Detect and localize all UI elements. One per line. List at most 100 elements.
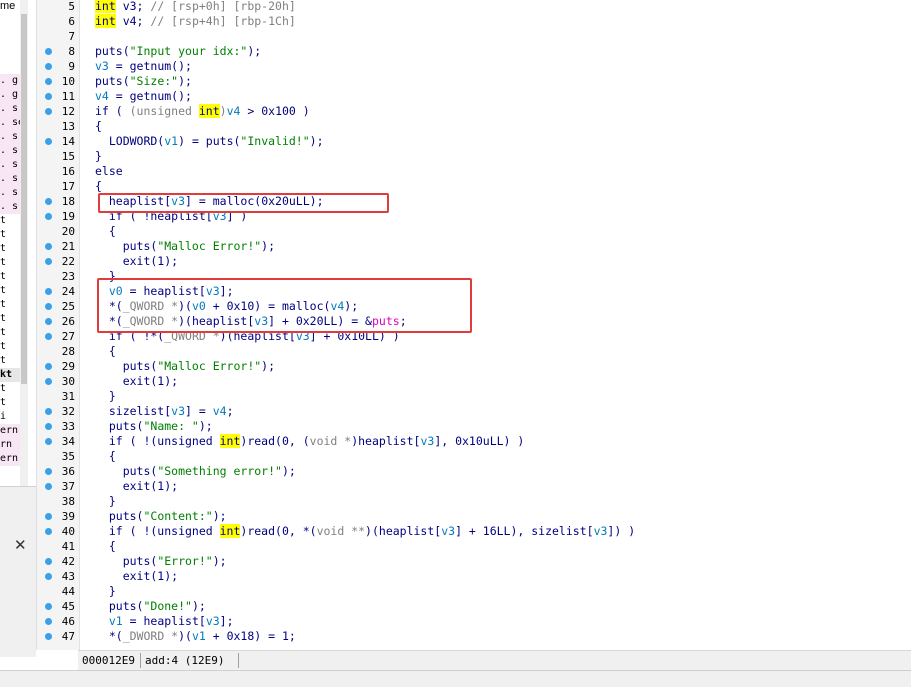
code-line[interactable]: 34 if ( !(unsigned int)read(0, (void *)h…: [37, 434, 911, 449]
function-list-item[interactable]: t: [0, 298, 20, 312]
function-list-item[interactable]: rn: [0, 438, 20, 452]
code-line[interactable]: 40 if ( !(unsigned int)read(0, *(void **…: [37, 524, 911, 539]
code-text[interactable]: puts("Malloc Error!");: [95, 239, 275, 254]
code-line[interactable]: 46 v1 = heaplist[v3];: [37, 614, 911, 629]
code-text[interactable]: {: [95, 449, 116, 464]
code-text[interactable]: sizelist[v3] = v4;: [95, 404, 234, 419]
code-text[interactable]: v4 = getnum();: [95, 89, 192, 104]
code-text[interactable]: *(_DWORD *)(v1 + 0x18) = 1;: [95, 629, 296, 644]
code-line[interactable]: 36 puts("Something error!");: [37, 464, 911, 479]
code-text[interactable]: int v3; // [rsp+0h] [rbp-20h]: [95, 0, 296, 14]
code-text[interactable]: int v4; // [rsp+4h] [rbp-1Ch]: [95, 14, 296, 29]
code-line[interactable]: 14 LODWORD(v1) = puts("Invalid!");: [37, 134, 911, 149]
code-text[interactable]: {: [95, 179, 102, 194]
code-text[interactable]: {: [95, 224, 116, 239]
code-text[interactable]: {: [95, 119, 102, 134]
code-line[interactable]: 8 puts("Input your idx:");: [37, 44, 911, 59]
code-line[interactable]: 37 exit(1);: [37, 479, 911, 494]
code-line[interactable]: 30 exit(1);: [37, 374, 911, 389]
code-text[interactable]: }: [95, 584, 116, 599]
code-line[interactable]: 10 puts("Size:");: [37, 74, 911, 89]
function-list-item[interactable]: t: [0, 326, 20, 340]
close-icon[interactable]: ✕: [14, 536, 27, 554]
code-text[interactable]: LODWORD(v1) = puts("Invalid!");: [95, 134, 324, 149]
code-line[interactable]: 42 puts("Error!");: [37, 554, 911, 569]
function-list-item[interactable]: t: [0, 340, 20, 354]
function-list-item[interactable]: t: [0, 312, 20, 326]
function-list-item[interactable]: . s: [0, 186, 20, 200]
function-list-item[interactable]: . s: [0, 172, 20, 186]
code-text[interactable]: }: [95, 389, 116, 404]
function-list-item[interactable]: . s: [0, 102, 20, 116]
code-text[interactable]: if ( (unsigned int)v4 > 0x100 ): [95, 104, 310, 119]
function-list-item[interactable]: . s: [0, 130, 20, 144]
function-list-item[interactable]: t: [0, 256, 20, 270]
code-text[interactable]: puts("Input your idx:");: [95, 44, 261, 59]
code-text[interactable]: else: [95, 164, 123, 179]
code-line[interactable]: 15}: [37, 149, 911, 164]
code-text[interactable]: {: [95, 539, 116, 554]
code-line[interactable]: 9 v3 = getnum();: [37, 59, 911, 74]
code-line[interactable]: 31 }: [37, 389, 911, 404]
code-line[interactable]: 47 *(_DWORD *)(v1 + 0x18) = 1;: [37, 629, 911, 644]
code-line[interactable]: 11 v4 = getnum();: [37, 89, 911, 104]
code-text[interactable]: exit(1);: [95, 374, 178, 389]
code-text[interactable]: puts("Size:");: [95, 74, 192, 89]
code-text[interactable]: puts("Content:");: [95, 509, 227, 524]
code-text[interactable]: {: [95, 344, 116, 359]
code-line[interactable]: 29 puts("Malloc Error!");: [37, 359, 911, 374]
code-text[interactable]: v3 = getnum();: [95, 59, 192, 74]
function-list-item[interactable]: t: [0, 354, 20, 368]
function-list-item[interactable]: ern: [0, 424, 20, 438]
code-line[interactable]: 17 {: [37, 179, 911, 194]
code-text[interactable]: puts("Done!");: [95, 599, 206, 614]
function-list-item[interactable]: . g: [0, 88, 20, 102]
code-line[interactable]: 22 exit(1);: [37, 254, 911, 269]
code-line[interactable]: 33 puts("Name: ");: [37, 419, 911, 434]
function-list-item[interactable]: . s: [0, 144, 20, 158]
function-list-item[interactable]: . s: [0, 200, 20, 214]
code-line[interactable]: 32 sizelist[v3] = v4;: [37, 404, 911, 419]
code-line[interactable]: 20 {: [37, 224, 911, 239]
code-text[interactable]: puts("Something error!");: [95, 464, 296, 479]
function-list-item[interactable]: . s: [0, 158, 20, 172]
code-line[interactable]: 6 int v4; // [rsp+4h] [rbp-1Ch]: [37, 14, 911, 29]
code-text[interactable]: exit(1);: [95, 254, 178, 269]
code-text[interactable]: }: [95, 149, 102, 164]
code-text[interactable]: puts("Error!");: [95, 554, 227, 569]
function-list-item[interactable]: t: [0, 228, 20, 242]
function-list-item[interactable]: t: [0, 284, 20, 298]
code-line[interactable]: 21 puts("Malloc Error!");: [37, 239, 911, 254]
function-list-item[interactable]: ern: [0, 452, 20, 466]
function-list-item[interactable]: t: [0, 242, 20, 256]
code-line[interactable]: 45 puts("Done!");: [37, 599, 911, 614]
code-text[interactable]: if ( !(unsigned int)read(0, *(void **)(h…: [95, 524, 635, 539]
code-line[interactable]: 5 int v3; // [rsp+0h] [rbp-20h]: [37, 0, 911, 14]
function-list-item[interactable]: t: [0, 382, 20, 396]
code-line[interactable]: 38 }: [37, 494, 911, 509]
function-list-item[interactable]: t: [0, 270, 20, 284]
code-line[interactable]: 41 {: [37, 539, 911, 554]
code-line[interactable]: 44 }: [37, 584, 911, 599]
code-line[interactable]: 39 puts("Content:");: [37, 509, 911, 524]
scrollbar-thumb[interactable]: [21, 14, 27, 384]
code-text[interactable]: exit(1);: [95, 569, 178, 584]
code-line[interactable]: 43 exit(1);: [37, 569, 911, 584]
code-text[interactable]: v1 = heaplist[v3];: [95, 614, 234, 629]
function-list-item[interactable]: kt: [0, 368, 20, 382]
functions-scrollbar[interactable]: [20, 0, 28, 486]
code-text[interactable]: }: [95, 494, 116, 509]
function-list-item[interactable]: . se: [0, 116, 20, 130]
function-list-item[interactable]: t: [0, 396, 20, 410]
code-text[interactable]: if ( !(unsigned int)read(0, (void *)heap…: [95, 434, 524, 449]
code-line[interactable]: 28 {: [37, 344, 911, 359]
code-line[interactable]: 16 else: [37, 164, 911, 179]
pseudocode-view[interactable]: 5 int v3; // [rsp+0h] [rbp-20h] 6 int v4; /…: [36, 0, 911, 650]
code-text[interactable]: exit(1);: [95, 479, 178, 494]
code-line[interactable]: 35 {: [37, 449, 911, 464]
code-line[interactable]: 12 if ( (unsigned int)v4 > 0x100 ): [37, 104, 911, 119]
function-list-item[interactable]: . g: [0, 74, 20, 88]
code-line[interactable]: 7: [37, 29, 911, 44]
function-list-item[interactable]: i: [0, 410, 20, 424]
function-list-item[interactable]: t: [0, 214, 20, 228]
